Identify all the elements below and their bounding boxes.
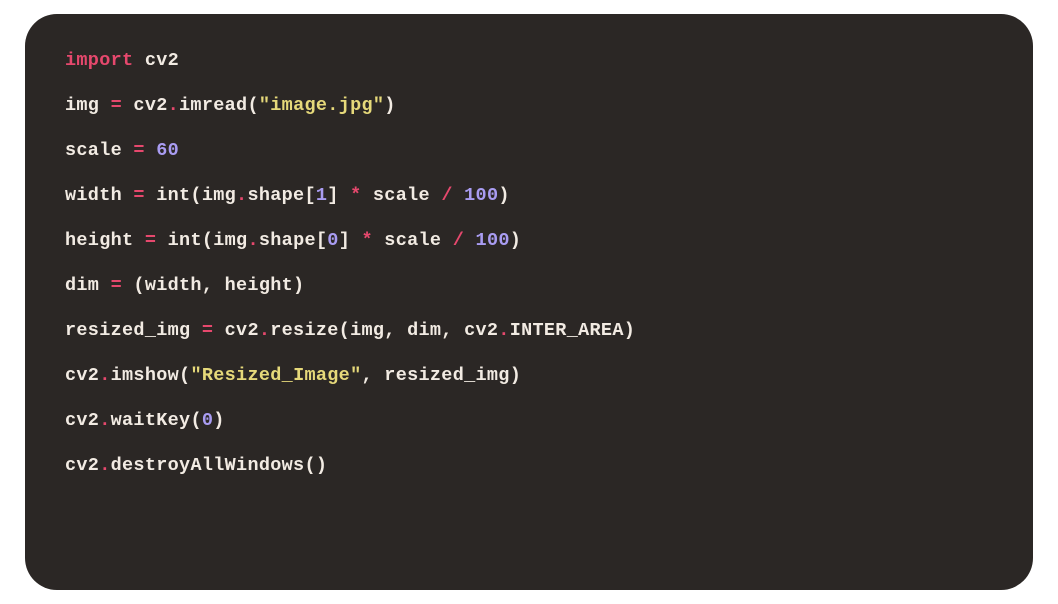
operator: * <box>362 230 373 251</box>
operator: / <box>453 230 464 251</box>
code-line: cv2.imshow("Resized_Image", resized_img) <box>65 365 993 386</box>
token: int(img <box>145 185 236 206</box>
code-line: scale = 60 <box>65 140 993 161</box>
token: width <box>65 185 133 206</box>
code-block: import cv2 img = cv2.imread("image.jpg")… <box>25 14 1033 590</box>
operator: . <box>498 320 509 341</box>
token: cv2 <box>133 50 179 71</box>
token <box>145 140 156 161</box>
token: cv2 <box>65 410 99 431</box>
token: cv2 <box>65 365 99 386</box>
token <box>453 185 464 206</box>
token: cv2 <box>122 95 168 116</box>
number: 0 <box>327 230 338 251</box>
token: destroyAllWindows() <box>111 455 328 476</box>
operator: . <box>168 95 179 116</box>
operator: = <box>111 95 122 116</box>
token: resize(img, dim, cv2 <box>270 320 498 341</box>
code-line: img = cv2.imread("image.jpg") <box>65 95 993 116</box>
token: , resized_img) <box>361 365 521 386</box>
operator: = <box>133 140 144 161</box>
token: ) <box>498 185 509 206</box>
operator: = <box>111 275 122 296</box>
token: INTER_AREA) <box>510 320 635 341</box>
operator: . <box>236 185 247 206</box>
number: 100 <box>476 230 510 251</box>
operator: = <box>145 230 156 251</box>
number: 1 <box>316 185 327 206</box>
code-line: cv2.destroyAllWindows() <box>65 455 993 476</box>
number: 100 <box>464 185 498 206</box>
operator: . <box>99 365 110 386</box>
token: int(img <box>156 230 247 251</box>
operator: = <box>202 320 213 341</box>
keyword-import: import <box>65 50 133 71</box>
token: ) <box>213 410 224 431</box>
token: cv2 <box>213 320 259 341</box>
number: 60 <box>156 140 179 161</box>
token: shape[ <box>247 185 315 206</box>
operator: / <box>441 185 452 206</box>
code-line: width = int(img.shape[1] * scale / 100) <box>65 185 993 206</box>
token: height <box>65 230 145 251</box>
number: 0 <box>202 410 213 431</box>
token: scale <box>65 140 133 161</box>
token: (width, height) <box>122 275 304 296</box>
code-line: cv2.waitKey(0) <box>65 410 993 431</box>
operator: = <box>133 185 144 206</box>
token: waitKey( <box>111 410 202 431</box>
operator: * <box>350 185 361 206</box>
token: imread( <box>179 95 259 116</box>
operator: . <box>247 230 258 251</box>
token: ] <box>327 185 350 206</box>
token: ) <box>384 95 395 116</box>
token: img <box>65 95 111 116</box>
string: "Resized_Image" <box>190 365 361 386</box>
code-line: import cv2 <box>65 50 993 71</box>
token: cv2 <box>65 455 99 476</box>
operator: . <box>259 320 270 341</box>
code-line: resized_img = cv2.resize(img, dim, cv2.I… <box>65 320 993 341</box>
token: scale <box>362 185 442 206</box>
code-line: height = int(img.shape[0] * scale / 100) <box>65 230 993 251</box>
token: imshow( <box>111 365 191 386</box>
token <box>464 230 475 251</box>
token: ] <box>339 230 362 251</box>
code-line: dim = (width, height) <box>65 275 993 296</box>
string: "image.jpg" <box>259 95 384 116</box>
token: shape[ <box>259 230 327 251</box>
token: scale <box>373 230 453 251</box>
token: resized_img <box>65 320 202 341</box>
operator: . <box>99 410 110 431</box>
token: dim <box>65 275 111 296</box>
token: ) <box>510 230 521 251</box>
operator: . <box>99 455 110 476</box>
